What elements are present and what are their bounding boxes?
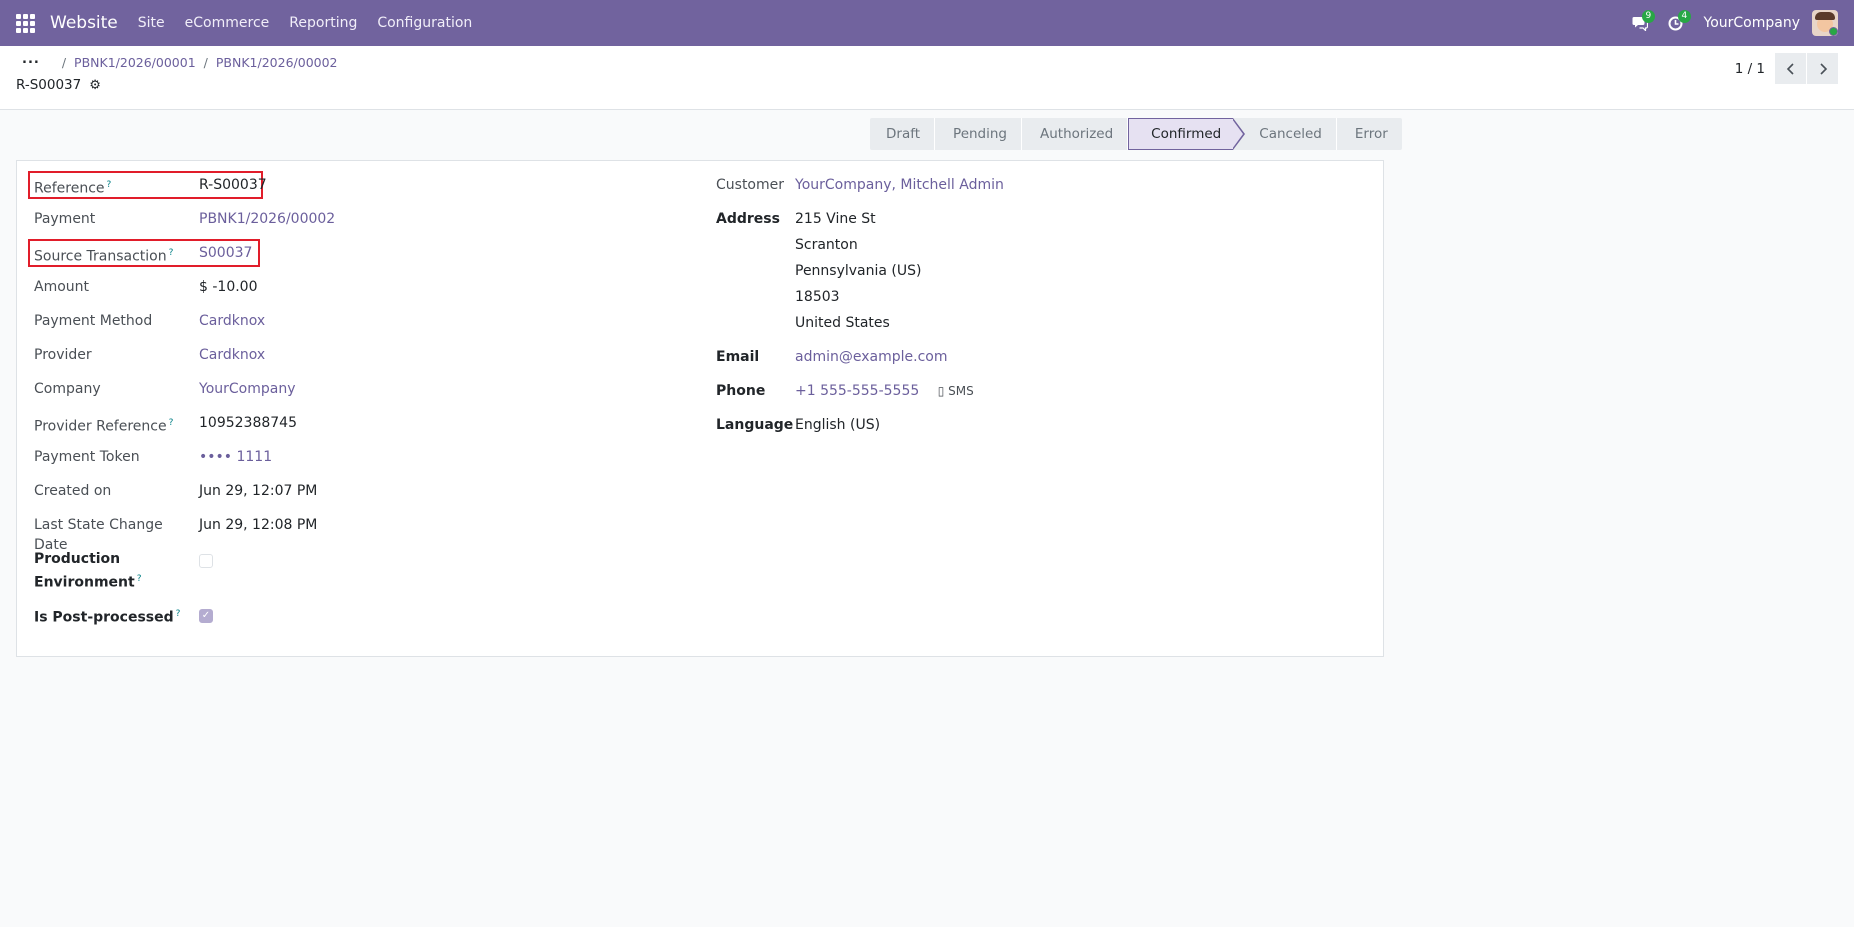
- activities-button[interactable]: 4: [1658, 0, 1694, 46]
- label-is-post-processed: Is Post-processed?: [34, 609, 181, 626]
- mobile-icon: ▯: [937, 384, 945, 398]
- menu-reporting[interactable]: Reporting: [289, 15, 357, 31]
- chevron-right-icon: [1819, 62, 1827, 75]
- label-payment: Payment: [34, 211, 96, 227]
- breadcrumb-separator: /: [203, 54, 208, 70]
- value-source-transaction[interactable]: S00037: [199, 243, 252, 263]
- messages-badge: 9: [1641, 10, 1656, 23]
- value-payment-method[interactable]: Cardknox: [199, 311, 265, 331]
- phone-field: +1 555-555-5555 ▯ SMS: [795, 381, 974, 401]
- label-created-on: Created on: [34, 483, 112, 499]
- gear-icon[interactable]: ⚙: [89, 78, 101, 93]
- breadcrumb-item[interactable]: PBNK1/2026/00001: [74, 55, 196, 70]
- value-email[interactable]: admin@example.com: [795, 347, 947, 367]
- stage-draft[interactable]: Draft: [870, 118, 936, 150]
- company-switcher[interactable]: YourCompany: [1704, 15, 1801, 31]
- app-menu-button[interactable]: [0, 0, 50, 46]
- label-phone: Phone: [716, 383, 766, 399]
- chevron-left-icon: [1786, 62, 1794, 75]
- value-created-on: Jun 29, 12:07 PM: [199, 483, 318, 499]
- messages-button[interactable]: 9: [1622, 0, 1658, 46]
- value-provider-reference: 10952388745: [199, 415, 297, 431]
- menu-site[interactable]: Site: [138, 15, 165, 31]
- label-language: Language: [716, 417, 794, 433]
- value-payment[interactable]: PBNK1/2026/00002: [199, 209, 335, 229]
- online-status-icon: [1829, 27, 1838, 36]
- breadcrumb-separator: /: [61, 54, 67, 70]
- address-line-country: United States: [795, 315, 890, 331]
- label-payment-token: Payment Token: [34, 449, 140, 465]
- pager-next-button[interactable]: [1807, 53, 1838, 84]
- top-navbar: Website Site eCommerce Reporting Configu…: [0, 0, 1854, 46]
- address-line-city: Scranton: [795, 237, 858, 253]
- label-reference: Reference?: [34, 180, 112, 197]
- app-name[interactable]: Website: [50, 13, 118, 33]
- label-source-transaction: Source Transaction?: [34, 248, 174, 265]
- value-customer[interactable]: YourCompany, Mitchell Admin: [795, 175, 1004, 195]
- control-panel: ... / PBNK1/2026/00001 / PBNK1/2026/0000…: [0, 46, 1854, 110]
- sms-button[interactable]: ▯ SMS: [938, 384, 974, 398]
- value-payment-token[interactable]: •••• 1111: [199, 447, 272, 467]
- address-line-street: 215 Vine St: [795, 211, 876, 227]
- value-amount: $ -10.00: [199, 279, 258, 295]
- label-provider-reference: Provider Reference?: [34, 418, 174, 435]
- stage-authorized[interactable]: Authorized: [1022, 118, 1129, 150]
- activities-badge: 4: [1677, 10, 1692, 23]
- breadcrumb-ellipsis[interactable]: ...: [22, 52, 40, 67]
- record-name: R-S00037: [16, 77, 82, 93]
- address-line-zip: 18503: [795, 289, 840, 305]
- value-last-state-change: Jun 29, 12:08 PM: [199, 517, 318, 533]
- breadcrumb-item[interactable]: PBNK1/2026/00002: [216, 55, 338, 70]
- label-email: Email: [716, 349, 760, 365]
- checkbox-production-environment[interactable]: [199, 554, 213, 568]
- label-provider: Provider: [34, 347, 92, 363]
- label-company: Company: [34, 381, 101, 397]
- label-address: Address: [716, 211, 780, 227]
- pager: 1 / 1: [1735, 53, 1838, 84]
- stage-error[interactable]: Error: [1336, 118, 1402, 150]
- value-company[interactable]: YourCompany: [199, 379, 296, 399]
- pager-previous-button[interactable]: [1775, 53, 1806, 84]
- statusbar: Draft Pending Authorized Confirmed Cance…: [870, 118, 1402, 150]
- label-payment-method: Payment Method: [34, 313, 153, 329]
- record-title: R-S00037 ⚙: [16, 77, 101, 93]
- menu-ecommerce[interactable]: eCommerce: [185, 15, 270, 31]
- menu-configuration[interactable]: Configuration: [377, 15, 472, 31]
- breadcrumb: ... / PBNK1/2026/00001 / PBNK1/2026/0000…: [16, 52, 338, 72]
- value-reference: R-S00037: [199, 177, 267, 193]
- user-avatar[interactable]: [1812, 10, 1838, 36]
- value-phone[interactable]: +1 555-555-5555: [795, 383, 919, 399]
- address-line-state: Pennsylvania (US): [795, 263, 922, 279]
- checkbox-is-post-processed[interactable]: ✓: [199, 609, 213, 623]
- stage-confirmed[interactable]: Confirmed: [1128, 118, 1246, 150]
- stage-canceled[interactable]: Canceled: [1233, 118, 1337, 150]
- label-production-environment: Production Environment?: [34, 551, 142, 591]
- stage-pending[interactable]: Pending: [935, 118, 1022, 150]
- value-language: English (US): [795, 417, 881, 433]
- apps-grid-icon: [15, 13, 35, 33]
- label-customer: Customer: [716, 177, 785, 193]
- label-amount: Amount: [34, 279, 90, 295]
- form-sheet: Reference? R-S00037 Payment PBNK1/2026/0…: [16, 160, 1384, 657]
- pager-value[interactable]: 1 / 1: [1735, 61, 1765, 77]
- value-provider[interactable]: Cardknox: [199, 345, 265, 365]
